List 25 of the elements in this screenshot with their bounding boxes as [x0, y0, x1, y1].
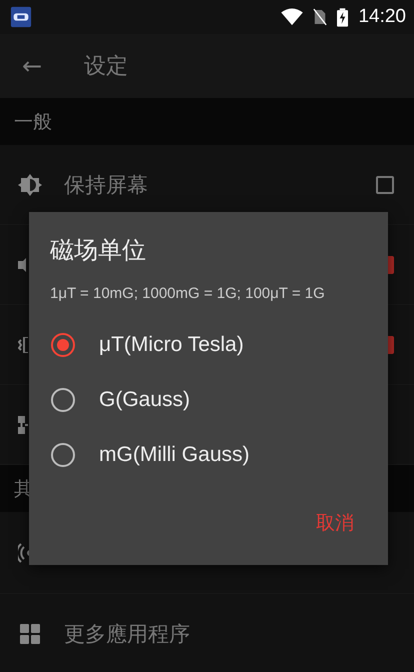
section-title: 一般 [14, 110, 52, 134]
no-sim-icon [313, 8, 328, 26]
screen-title: 设定 [84, 53, 128, 81]
network-icon [18, 416, 28, 434]
setting-label[interactable]: 保持屏幕 [64, 170, 376, 198]
radio-option[interactable]: mG(Milli Gauss) [50, 427, 366, 482]
radio-option[interactable]: μT(Micro Tesla) [50, 317, 366, 372]
setting-label[interactable]: 更多應用程序 [64, 620, 394, 648]
wifi-icon [281, 8, 304, 26]
radio-button[interactable] [51, 442, 75, 466]
dialog-message: 1μT = 10mG; 1000mG = 1G; 100μT = 1G [50, 284, 326, 304]
speaker-icon [18, 258, 26, 272]
brightness-icon [18, 172, 42, 196]
dialog-title: 磁场单位 [50, 235, 147, 266]
app-icon [10, 6, 32, 28]
cancel-button[interactable]: 取消 [304, 504, 366, 542]
radio-option[interactable]: G(Gauss) [50, 372, 366, 427]
clock: 14:20 [358, 6, 406, 28]
battery-charging-icon [337, 8, 348, 26]
grid-icon [18, 622, 42, 646]
checkbox[interactable] [376, 176, 394, 194]
radio-button[interactable] [51, 332, 75, 356]
back-button[interactable]: ← [14, 52, 50, 80]
vibration-icon [18, 336, 28, 352]
radio-button[interactable] [51, 388, 75, 412]
